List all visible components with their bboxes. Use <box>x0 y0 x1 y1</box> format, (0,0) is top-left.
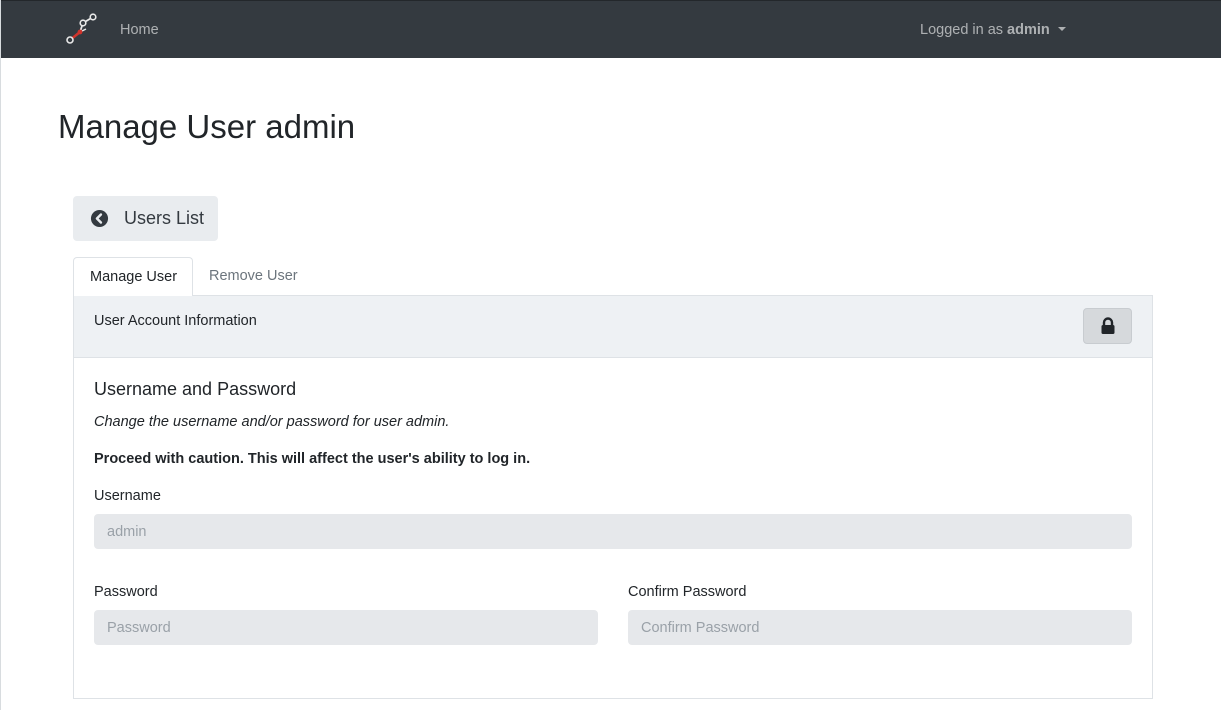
nav-home-link[interactable]: Home <box>120 22 159 38</box>
caution-warning: Proceed with caution. This will affect t… <box>94 451 531 467</box>
user-dropdown-toggle[interactable]: Logged in as admin <box>920 22 1066 38</box>
lock-button[interactable] <box>1083 308 1132 344</box>
password-input[interactable] <box>94 610 598 645</box>
section-description: Change the username and/or password for … <box>94 414 450 430</box>
page-title: Manage User admin <box>58 108 356 145</box>
user-account-card: User Account Information Username and Pa… <box>73 296 1153 699</box>
section-title: Username and Password <box>94 379 297 399</box>
tab-manage-user[interactable]: Manage User <box>73 257 193 297</box>
brand-logo-icon[interactable] <box>64 12 98 46</box>
user-tabs: Manage User Remove User <box>73 257 1153 297</box>
confirm-password-label: Confirm Password <box>628 584 747 600</box>
tab-remove-user[interactable]: Remove User <box>193 257 314 297</box>
logged-in-username: admin <box>1007 22 1050 38</box>
top-navbar: Home Logged in as admin <box>1 0 1221 58</box>
logged-in-prefix: Logged in as <box>920 22 1004 38</box>
users-list-label: Users List <box>124 208 205 228</box>
password-label: Password <box>94 584 158 600</box>
confirm-password-input[interactable] <box>628 610 1132 645</box>
caret-down-icon <box>1057 27 1066 31</box>
card-header: User Account Information <box>74 296 1152 358</box>
username-label: Username <box>94 488 161 504</box>
card-header-title: User Account Information <box>94 313 257 329</box>
username-input[interactable] <box>94 514 1132 549</box>
chevron-circle-left-icon <box>90 209 109 228</box>
users-list-button[interactable]: Users List <box>73 196 218 241</box>
lock-icon <box>1101 317 1114 334</box>
